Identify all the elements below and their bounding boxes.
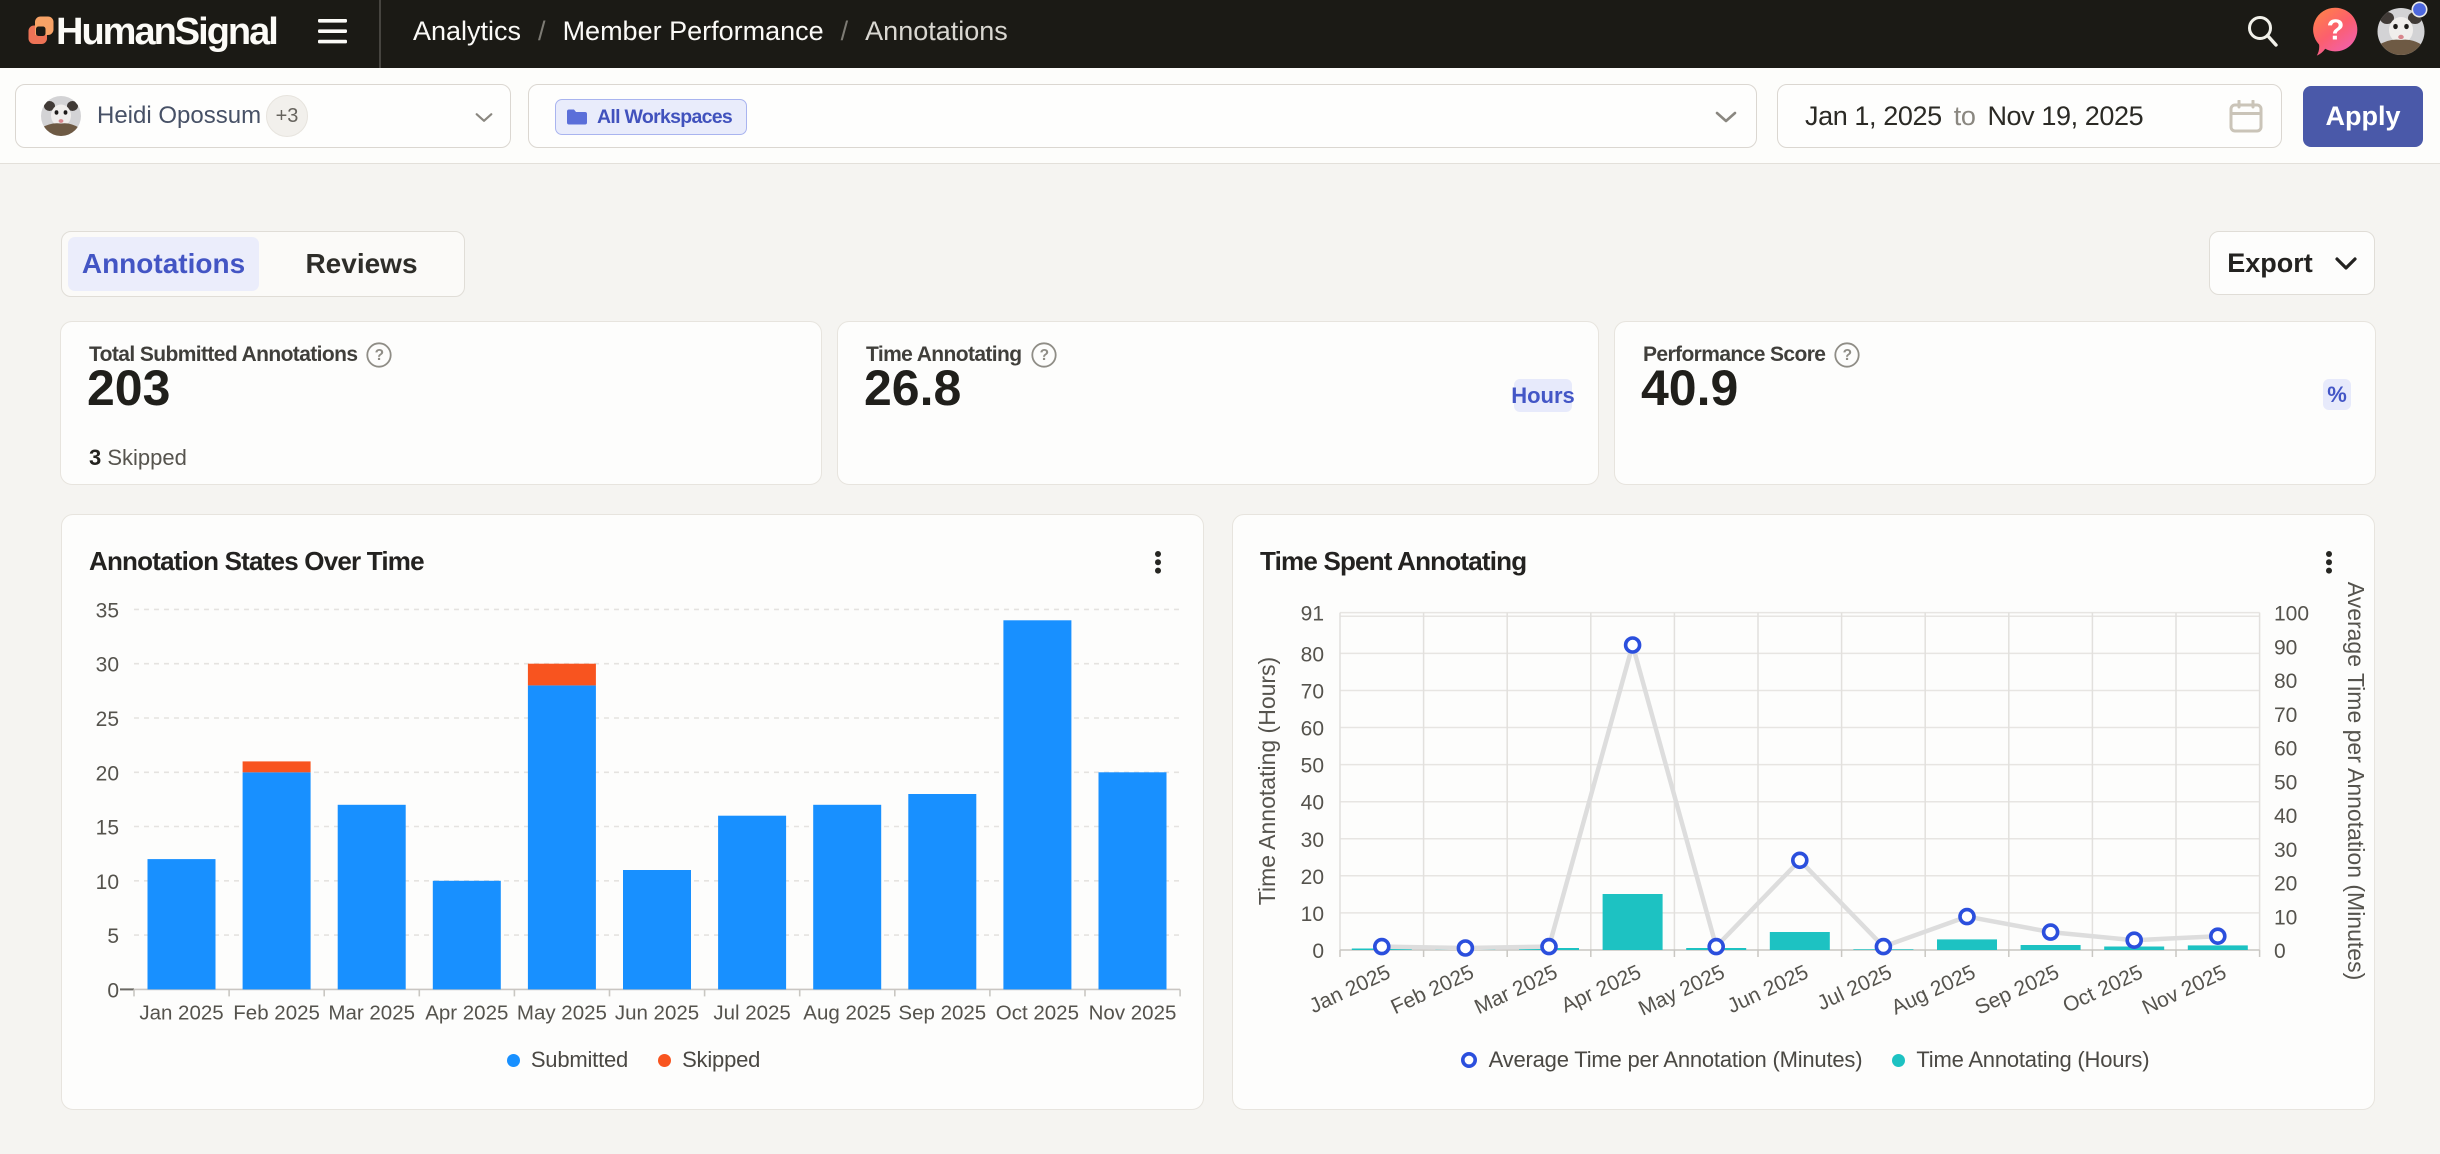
svg-text:5: 5 [107, 925, 119, 948]
svg-text:Mar 2025: Mar 2025 [328, 1001, 415, 1024]
svg-text:?: ? [375, 347, 384, 364]
svg-text:0: 0 [107, 979, 119, 1002]
svg-text:30: 30 [1301, 829, 1324, 852]
svg-text:Nov 2025: Nov 2025 [1089, 1001, 1177, 1024]
svg-text:?: ? [2327, 15, 2345, 47]
svg-text:70: 70 [2274, 704, 2297, 727]
svg-text:?: ? [1039, 347, 1048, 364]
svg-text:Time Annotating (Hours): Time Annotating (Hours) [1254, 657, 1280, 905]
svg-text:Nov 2025: Nov 2025 [2139, 961, 2230, 1020]
svg-text:80: 80 [1301, 643, 1324, 666]
svg-text:Aug 2025: Aug 2025 [1888, 961, 1979, 1020]
svg-text:Jun 2025: Jun 2025 [615, 1001, 699, 1024]
svg-text:Jul 2025: Jul 2025 [1814, 961, 1896, 1015]
svg-text:15: 15 [96, 817, 119, 840]
svg-text:20: 20 [2274, 873, 2297, 896]
svg-text:Aug 2025: Aug 2025 [803, 1001, 891, 1024]
svg-text:10: 10 [2274, 906, 2297, 929]
svg-text:60: 60 [2274, 738, 2297, 761]
svg-text:10: 10 [1301, 903, 1324, 926]
svg-text:30: 30 [2274, 839, 2297, 862]
svg-text:Jul 2025: Jul 2025 [713, 1001, 791, 1024]
svg-text:May 2025: May 2025 [1635, 961, 1728, 1021]
svg-text:Feb 2025: Feb 2025 [1387, 961, 1477, 1019]
svg-text:10: 10 [96, 871, 119, 894]
svg-text:Apr 2025: Apr 2025 [1558, 961, 1645, 1018]
svg-text:80: 80 [2274, 670, 2297, 693]
svg-text:May 2025: May 2025 [517, 1001, 607, 1024]
svg-text:20: 20 [1301, 866, 1324, 889]
svg-text:20: 20 [96, 762, 119, 785]
svg-text:100: 100 [2274, 603, 2309, 626]
svg-text:Sep 2025: Sep 2025 [898, 1001, 986, 1024]
svg-text:50: 50 [1301, 755, 1324, 778]
svg-text:25: 25 [96, 708, 119, 731]
svg-text:Mar 2025: Mar 2025 [1471, 961, 1561, 1019]
svg-text:70: 70 [1301, 681, 1324, 704]
svg-text:40: 40 [1301, 792, 1324, 815]
svg-text:Jan 2025: Jan 2025 [139, 1001, 223, 1024]
svg-text:90: 90 [2274, 636, 2297, 659]
svg-text:Oct 2025: Oct 2025 [2059, 961, 2146, 1018]
svg-text:Apr 2025: Apr 2025 [425, 1001, 508, 1024]
svg-text:?: ? [1843, 347, 1852, 364]
svg-text:Sep 2025: Sep 2025 [1971, 961, 2062, 1020]
svg-text:30: 30 [96, 654, 119, 677]
svg-text:Average Time per Annotation (M: Average Time per Annotation (Minutes) [2343, 582, 2369, 980]
svg-text:50: 50 [2274, 771, 2297, 794]
svg-text:0: 0 [1312, 940, 1324, 963]
svg-text:91: 91 [1301, 603, 1324, 626]
svg-text:Feb 2025: Feb 2025 [233, 1001, 320, 1024]
svg-text:Jun 2025: Jun 2025 [1724, 961, 1812, 1018]
svg-text:Oct 2025: Oct 2025 [996, 1001, 1079, 1024]
svg-text:Jan 2025: Jan 2025 [1306, 961, 1394, 1018]
svg-text:35: 35 [96, 599, 119, 622]
svg-text:60: 60 [1301, 718, 1324, 741]
svg-text:0: 0 [2274, 940, 2286, 963]
svg-text:40: 40 [2274, 805, 2297, 828]
